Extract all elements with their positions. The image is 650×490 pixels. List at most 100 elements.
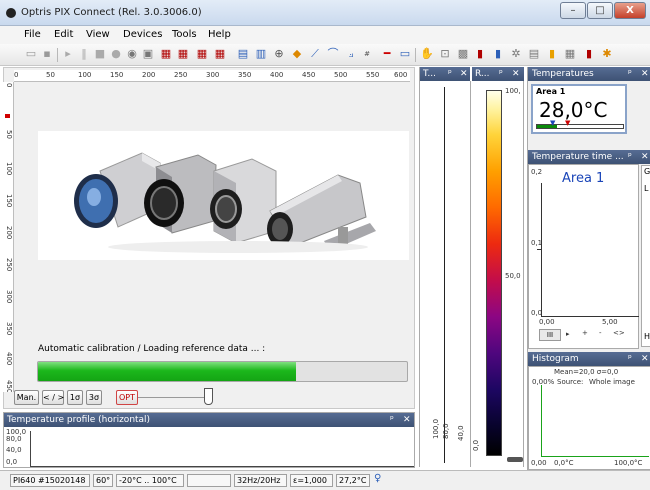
pin-icon[interactable]: ᵖ xyxy=(628,67,632,81)
range-toggle-button[interactable]: < / > xyxy=(42,390,64,405)
status-pin-icon[interactable]: ♀ xyxy=(374,473,381,484)
pin-icon[interactable]: ᵖ xyxy=(628,352,632,366)
time-y-tick xyxy=(537,249,541,250)
opt-button[interactable]: OPT xyxy=(116,390,138,405)
max-marker-icon: ▼ xyxy=(565,119,571,127)
layout3-icon[interactable]: ▦ xyxy=(195,47,209,61)
snapshot-icon[interactable]: ▣ xyxy=(141,47,155,61)
zoom-in-button[interactable]: + xyxy=(582,329,588,337)
close-icon[interactable]: ✕ xyxy=(641,352,649,366)
scale-handle[interactable] xyxy=(507,457,523,462)
bar-chart-icon[interactable]: ▥ xyxy=(254,47,268,61)
time-side-h[interactable]: H xyxy=(644,332,650,341)
time-side-panel: G L H xyxy=(641,165,650,347)
layout4-icon[interactable]: ▦ xyxy=(213,47,227,61)
menu-tools[interactable]: Tools xyxy=(172,29,197,40)
measure-icon[interactable]: ⊕ xyxy=(272,47,286,61)
time-side-g[interactable]: G xyxy=(644,167,650,176)
profile-icon[interactable]: ⌒ xyxy=(326,47,340,61)
config-icon[interactable]: ✲ xyxy=(509,47,523,61)
profile-y-tick: 40,0 xyxy=(6,446,22,454)
close-icon[interactable]: ✕ xyxy=(641,150,649,164)
line-tool-icon[interactable]: ━ xyxy=(380,47,394,61)
time-chart-icon[interactable]: ⟓ xyxy=(344,47,358,61)
menu-view[interactable]: View xyxy=(86,29,110,40)
scale-top-label: 100, xyxy=(505,87,521,95)
time-side-l[interactable]: L xyxy=(644,184,648,193)
layout1-icon[interactable]: ▦ xyxy=(159,47,173,61)
scale-slider-thumb[interactable] xyxy=(204,388,213,405)
pin-icon[interactable]: ᵖ xyxy=(499,67,503,81)
ruler-tick: 450 xyxy=(302,71,316,79)
palette-icon[interactable]: ▮ xyxy=(545,47,559,61)
toolbar: ▭ ▪ ▸ ‖ ■ ● ◉ ▣ ▦ ▦ ▦ ▦ ▤ ▥ ⊕ ◆ ⟋ ⌒ ⟓ # … xyxy=(0,44,650,66)
temperature-profile-panel: Temperature profile (horizontal) ᵖ ✕ 100… xyxy=(3,412,415,468)
time-panel-title: Temperature time ... xyxy=(532,152,624,162)
table-icon[interactable]: ▦ xyxy=(563,47,577,61)
scroll-right-icon[interactable]: ▸ xyxy=(566,330,570,338)
hand-icon[interactable]: ✋ xyxy=(420,47,434,61)
time-x-right: 5,00 xyxy=(602,318,618,326)
close-icon[interactable]: ✕ xyxy=(641,67,649,81)
stats-icon[interactable]: ▮ xyxy=(473,47,487,61)
fit-button[interactable]: <> xyxy=(613,329,625,337)
zoom-out-button[interactable]: - xyxy=(599,329,602,337)
pin-icon[interactable]: ᵖ xyxy=(628,150,632,164)
min-marker-icon: ▼ xyxy=(550,119,556,127)
title-bar: Optris PIX Connect (Rel. 3.0.3006.0) – □… xyxy=(0,0,650,26)
ruler-tick: 100 xyxy=(78,71,92,79)
record-icon[interactable]: ● xyxy=(109,47,123,61)
image-icon[interactable]: ▤ xyxy=(236,47,250,61)
histogram-icon[interactable]: ▮ xyxy=(491,47,505,61)
hotspot-icon[interactable]: ◆ xyxy=(290,47,304,61)
pin-icon[interactable]: ᵖ xyxy=(390,413,394,427)
layout2-icon[interactable]: ▦ xyxy=(176,47,190,61)
stop-icon[interactable]: ■ xyxy=(93,47,107,61)
close-icon[interactable]: ✕ xyxy=(460,67,468,81)
ruler-tick: 100 xyxy=(5,162,13,176)
menu-file[interactable]: File xyxy=(24,29,41,40)
one-sigma-button[interactable]: 1σ xyxy=(67,390,83,405)
save-icon[interactable]: ▪ xyxy=(40,47,54,61)
menu-help[interactable]: Help xyxy=(208,29,231,40)
display-icon[interactable]: ▭ xyxy=(398,47,412,61)
histogram-x-right: 100,0°C xyxy=(614,459,643,467)
pane-tab-reference[interactable]: R... xyxy=(475,67,490,81)
profile-y-tick: 80,0 xyxy=(6,435,22,443)
numeric-icon[interactable]: # xyxy=(360,47,374,61)
ruler-tick: 550 xyxy=(366,71,380,79)
manual-scale-button[interactable]: Man. xyxy=(14,390,39,405)
camera-icon[interactable]: ◉ xyxy=(125,47,139,61)
three-sigma-button[interactable]: 3σ xyxy=(86,390,102,405)
zoom-icon[interactable]: ⊡ xyxy=(438,47,452,61)
ruler-tick: 350 xyxy=(238,71,252,79)
maximize-button[interactable]: □ xyxy=(587,2,613,19)
close-button[interactable]: X xyxy=(614,2,646,19)
palette2-icon[interactable]: ▮ xyxy=(582,47,596,61)
area-name: Area 1 xyxy=(536,87,566,96)
open-icon[interactable]: ▭ xyxy=(24,47,38,61)
status-fov: 60° xyxy=(93,474,113,487)
play-icon[interactable]: ▸ xyxy=(61,47,75,61)
temperatures-panel-title: Temperatures xyxy=(532,69,594,79)
layout-icon[interactable]: ▤ xyxy=(527,47,541,61)
pane-tab-temperatures[interactable]: T... xyxy=(423,67,436,81)
window-title: Optris PIX Connect (Rel. 3.0.3006.0) xyxy=(21,7,202,18)
scale-slider-track[interactable] xyxy=(138,397,210,398)
line-chart-icon[interactable]: ⟋ xyxy=(308,47,322,61)
close-icon[interactable]: ✕ xyxy=(512,67,520,81)
pause-icon[interactable]: ‖ xyxy=(77,47,91,61)
minimize-button[interactable]: – xyxy=(560,2,586,19)
time-scroll-thumb[interactable]: III xyxy=(539,329,561,341)
menu-edit[interactable]: Edit xyxy=(54,29,73,40)
menu-devices[interactable]: Devices xyxy=(123,29,162,40)
area-temperature-box[interactable]: Area 1 28,0°C ▼ ▼ xyxy=(531,84,627,134)
vertical-ruler: 0 50 100 150 200 250 300 350 400 450 xyxy=(3,82,14,392)
scale-controls: Man. < / > 1σ 3σ OPT xyxy=(14,387,414,409)
ruler-tick: 300 xyxy=(5,290,13,304)
profile-y-tick: 0,0 xyxy=(6,458,18,466)
pin-icon[interactable]: ᵖ xyxy=(448,67,452,81)
settings-icon[interactable]: ✱ xyxy=(600,47,614,61)
grid-icon[interactable]: ▩ xyxy=(456,47,470,61)
close-icon[interactable]: ✕ xyxy=(403,413,411,427)
